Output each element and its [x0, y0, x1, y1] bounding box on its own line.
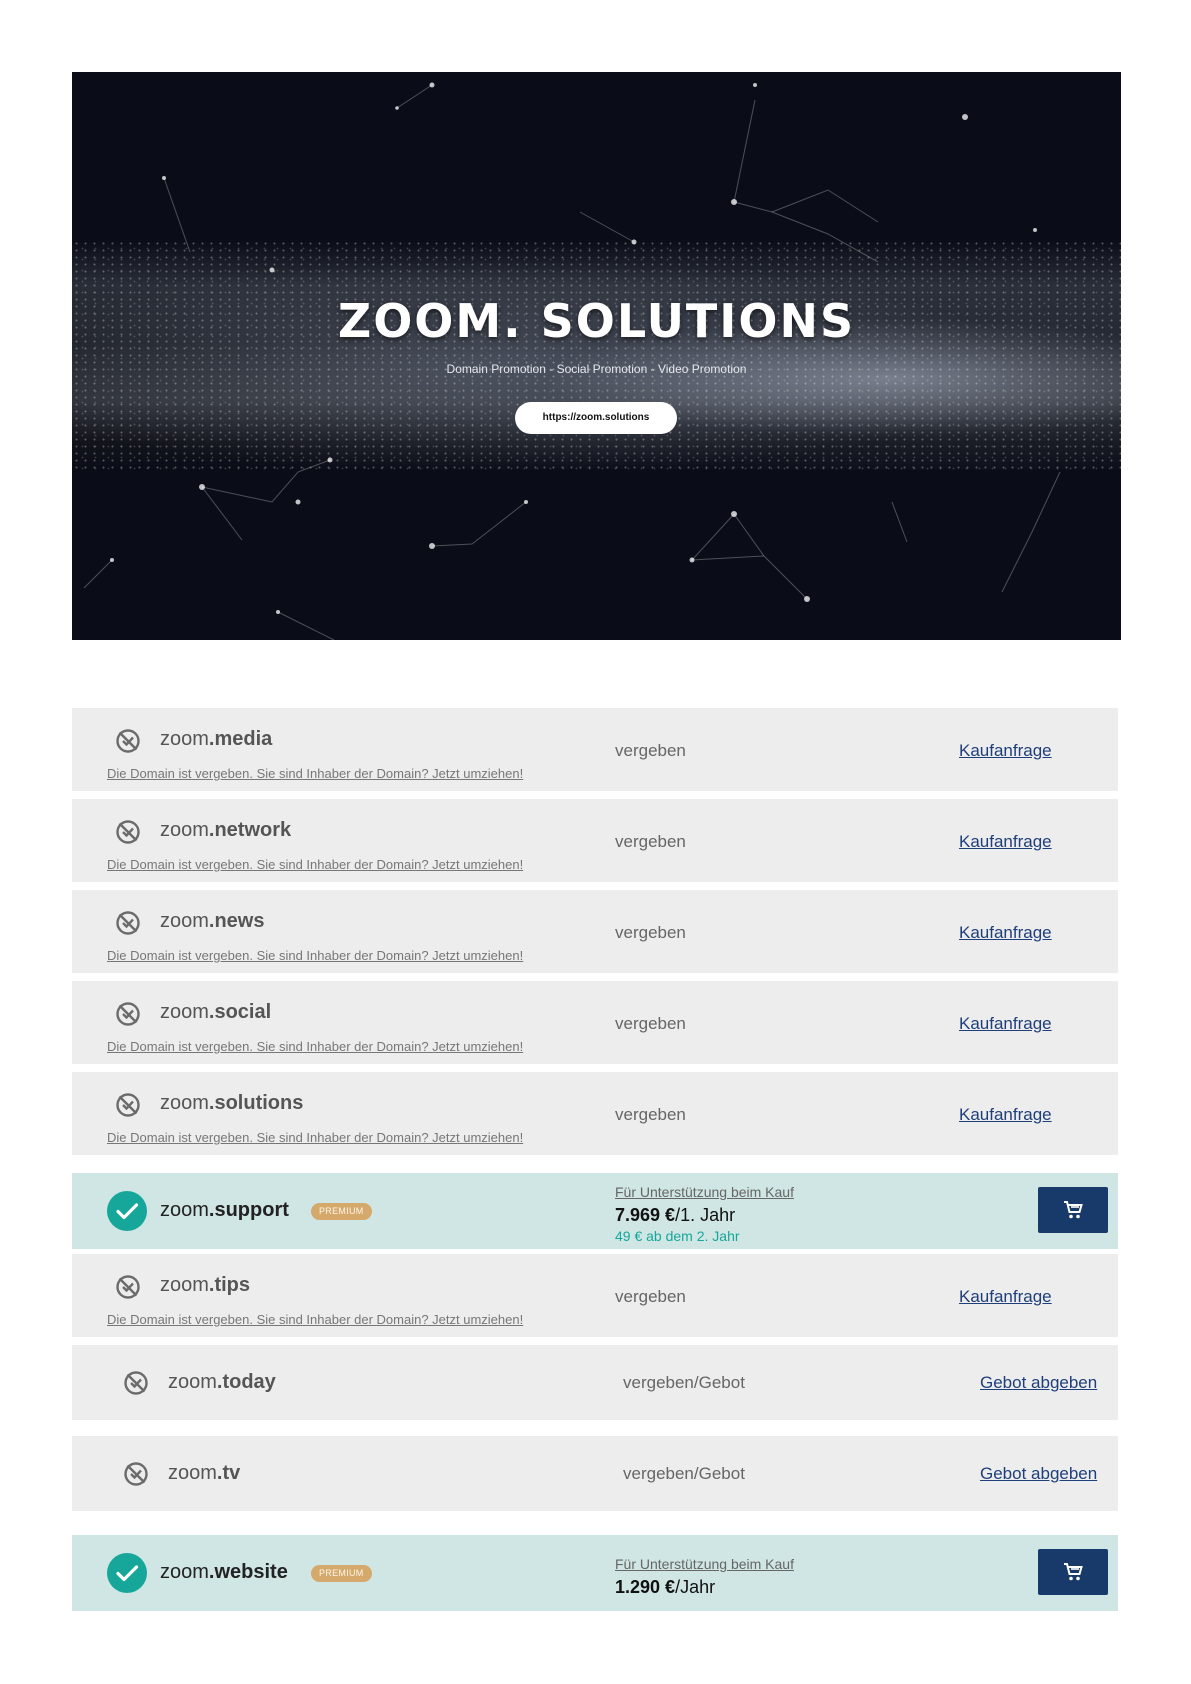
transfer-domain-link[interactable]: Die Domain ist vergeben. Sie sind Inhabe… [107, 766, 523, 781]
not-available-icon [116, 1093, 140, 1117]
domain-row-website: zoom.website PREMIUM Für Unterstützung b… [72, 1535, 1118, 1611]
domain-name: zoom.social [160, 1001, 271, 1024]
domain-name: zoom.network [160, 819, 291, 842]
domain-tld: .website [208, 1561, 288, 1583]
not-available-icon [116, 729, 140, 753]
hero-title: ZOOM. SOLUTIONS [337, 294, 856, 348]
domain-sld: zoom [160, 1092, 209, 1114]
domain-row-network: zoom.network Die Domain ist vergeben. Si… [72, 799, 1118, 882]
domain-tld: .support [208, 1199, 289, 1221]
hero-subtitle: Domain Promotion - Social Promotion - Vi… [446, 362, 747, 376]
domain-name: zoom.support [160, 1199, 289, 1222]
status-text: vergeben [615, 1105, 686, 1124]
purchase-inquiry-link[interactable]: Kaufanfrage [959, 1014, 1052, 1034]
purchase-inquiry-link[interactable]: Kaufanfrage [959, 923, 1052, 943]
domain-tld: .network [208, 819, 292, 841]
price-value: 7.969 € [615, 1205, 676, 1225]
status-text: vergeben [615, 923, 686, 942]
domain-tld: .social [208, 1001, 272, 1023]
not-available-icon [124, 1462, 148, 1486]
purchase-support-link[interactable]: Für Unterstützung beim Kauf [615, 1184, 794, 1200]
status-text: vergeben/Gebot [623, 1464, 745, 1483]
transfer-domain-link[interactable]: Die Domain ist vergeben. Sie sind Inhabe… [107, 948, 523, 963]
domain-name: zoom.today [168, 1371, 276, 1394]
purchase-inquiry-link[interactable]: Kaufanfrage [959, 832, 1052, 852]
price: 7.969 €/1. Jahr [615, 1205, 735, 1226]
transfer-domain-link[interactable]: Die Domain ist vergeben. Sie sind Inhabe… [107, 1039, 523, 1054]
cart-icon [1064, 1201, 1083, 1219]
available-check-icon [107, 1191, 147, 1231]
domain-sld: zoom [160, 728, 209, 750]
place-bid-link[interactable]: Gebot abgeben [980, 1373, 1097, 1393]
price-value: 1.290 € [615, 1577, 676, 1597]
available-check-icon [107, 1553, 147, 1593]
cart-icon [1064, 1563, 1083, 1581]
add-to-cart-button[interactable] [1038, 1549, 1108, 1595]
domain-sld: zoom [160, 1561, 209, 1583]
not-available-icon [116, 1275, 140, 1299]
domain-sld: zoom [168, 1462, 217, 1484]
domain-sld: zoom [160, 1199, 209, 1221]
purchase-inquiry-link[interactable]: Kaufanfrage [959, 1287, 1052, 1307]
domain-sld: zoom [160, 1274, 209, 1296]
domain-tld: .tips [208, 1274, 251, 1296]
domain-row-media: zoom.media Die Domain ist vergeben. Sie … [72, 708, 1118, 791]
domain-row-social: zoom.social Die Domain ist vergeben. Sie… [72, 981, 1118, 1064]
transfer-domain-link[interactable]: Die Domain ist vergeben. Sie sind Inhabe… [107, 1312, 523, 1327]
hero-url-button[interactable]: https://zoom.solutions [515, 402, 677, 434]
price: 1.290 €/Jahr [615, 1577, 715, 1598]
domain-sld: zoom [160, 819, 209, 841]
domain-sld: zoom [168, 1371, 217, 1393]
not-available-icon [116, 1002, 140, 1026]
renewal-price: 49 € ab dem 2. Jahr [615, 1228, 740, 1244]
domain-row-news: zoom.news Die Domain ist vergeben. Sie s… [72, 890, 1118, 973]
status-text: vergeben [615, 1287, 686, 1306]
domain-sld: zoom [160, 1001, 209, 1023]
not-available-icon [116, 820, 140, 844]
domain-row-tips: zoom.tips Die Domain ist vergeben. Sie s… [72, 1254, 1118, 1337]
domain-name: zoom.tips [160, 1274, 250, 1297]
price-period: /Jahr [675, 1577, 716, 1597]
status-text: vergeben [615, 741, 686, 760]
domain-name: zoom.media [160, 728, 272, 751]
domain-name: zoom.news [160, 910, 264, 933]
transfer-domain-link[interactable]: Die Domain ist vergeben. Sie sind Inhabe… [107, 857, 523, 872]
domain-row-tv: zoom.tv vergeben/Gebot Gebot abgeben [72, 1436, 1118, 1511]
domain-name: zoom.website [160, 1561, 288, 1584]
domain-tld: .solutions [208, 1092, 304, 1114]
not-available-icon [116, 911, 140, 935]
purchase-support-link[interactable]: Für Unterstützung beim Kauf [615, 1556, 794, 1572]
premium-badge: PREMIUM [311, 1565, 372, 1582]
hero-banner: ZOOM. SOLUTIONS Domain Promotion - Socia… [72, 72, 1121, 640]
status-text: vergeben [615, 1014, 686, 1033]
network-lines-decoration [83, 82, 1061, 640]
domain-tld: .media [208, 728, 273, 750]
premium-badge: PREMIUM [311, 1203, 372, 1220]
purchase-inquiry-link[interactable]: Kaufanfrage [959, 741, 1052, 761]
domain-tld: .today [216, 1371, 276, 1393]
status-text: vergeben [615, 832, 686, 851]
domain-row-support: zoom.support PREMIUM Für Unterstützung b… [72, 1173, 1118, 1249]
domain-sld: zoom [160, 910, 209, 932]
domain-name: zoom.solutions [160, 1092, 303, 1115]
status-text: vergeben/Gebot [623, 1373, 745, 1392]
domain-row-solutions: zoom.solutions Die Domain ist vergeben. … [72, 1072, 1118, 1155]
not-available-icon [124, 1371, 148, 1395]
add-to-cart-button[interactable] [1038, 1187, 1108, 1233]
transfer-domain-link[interactable]: Die Domain ist vergeben. Sie sind Inhabe… [107, 1130, 523, 1145]
place-bid-link[interactable]: Gebot abgeben [980, 1464, 1097, 1484]
purchase-inquiry-link[interactable]: Kaufanfrage [959, 1105, 1052, 1125]
domain-row-today: zoom.today vergeben/Gebot Gebot abgeben [72, 1345, 1118, 1420]
price-period: /1. Jahr [675, 1205, 736, 1225]
domain-name: zoom.tv [168, 1462, 240, 1485]
domain-tld: .news [208, 910, 265, 932]
domain-tld: .tv [216, 1462, 241, 1484]
